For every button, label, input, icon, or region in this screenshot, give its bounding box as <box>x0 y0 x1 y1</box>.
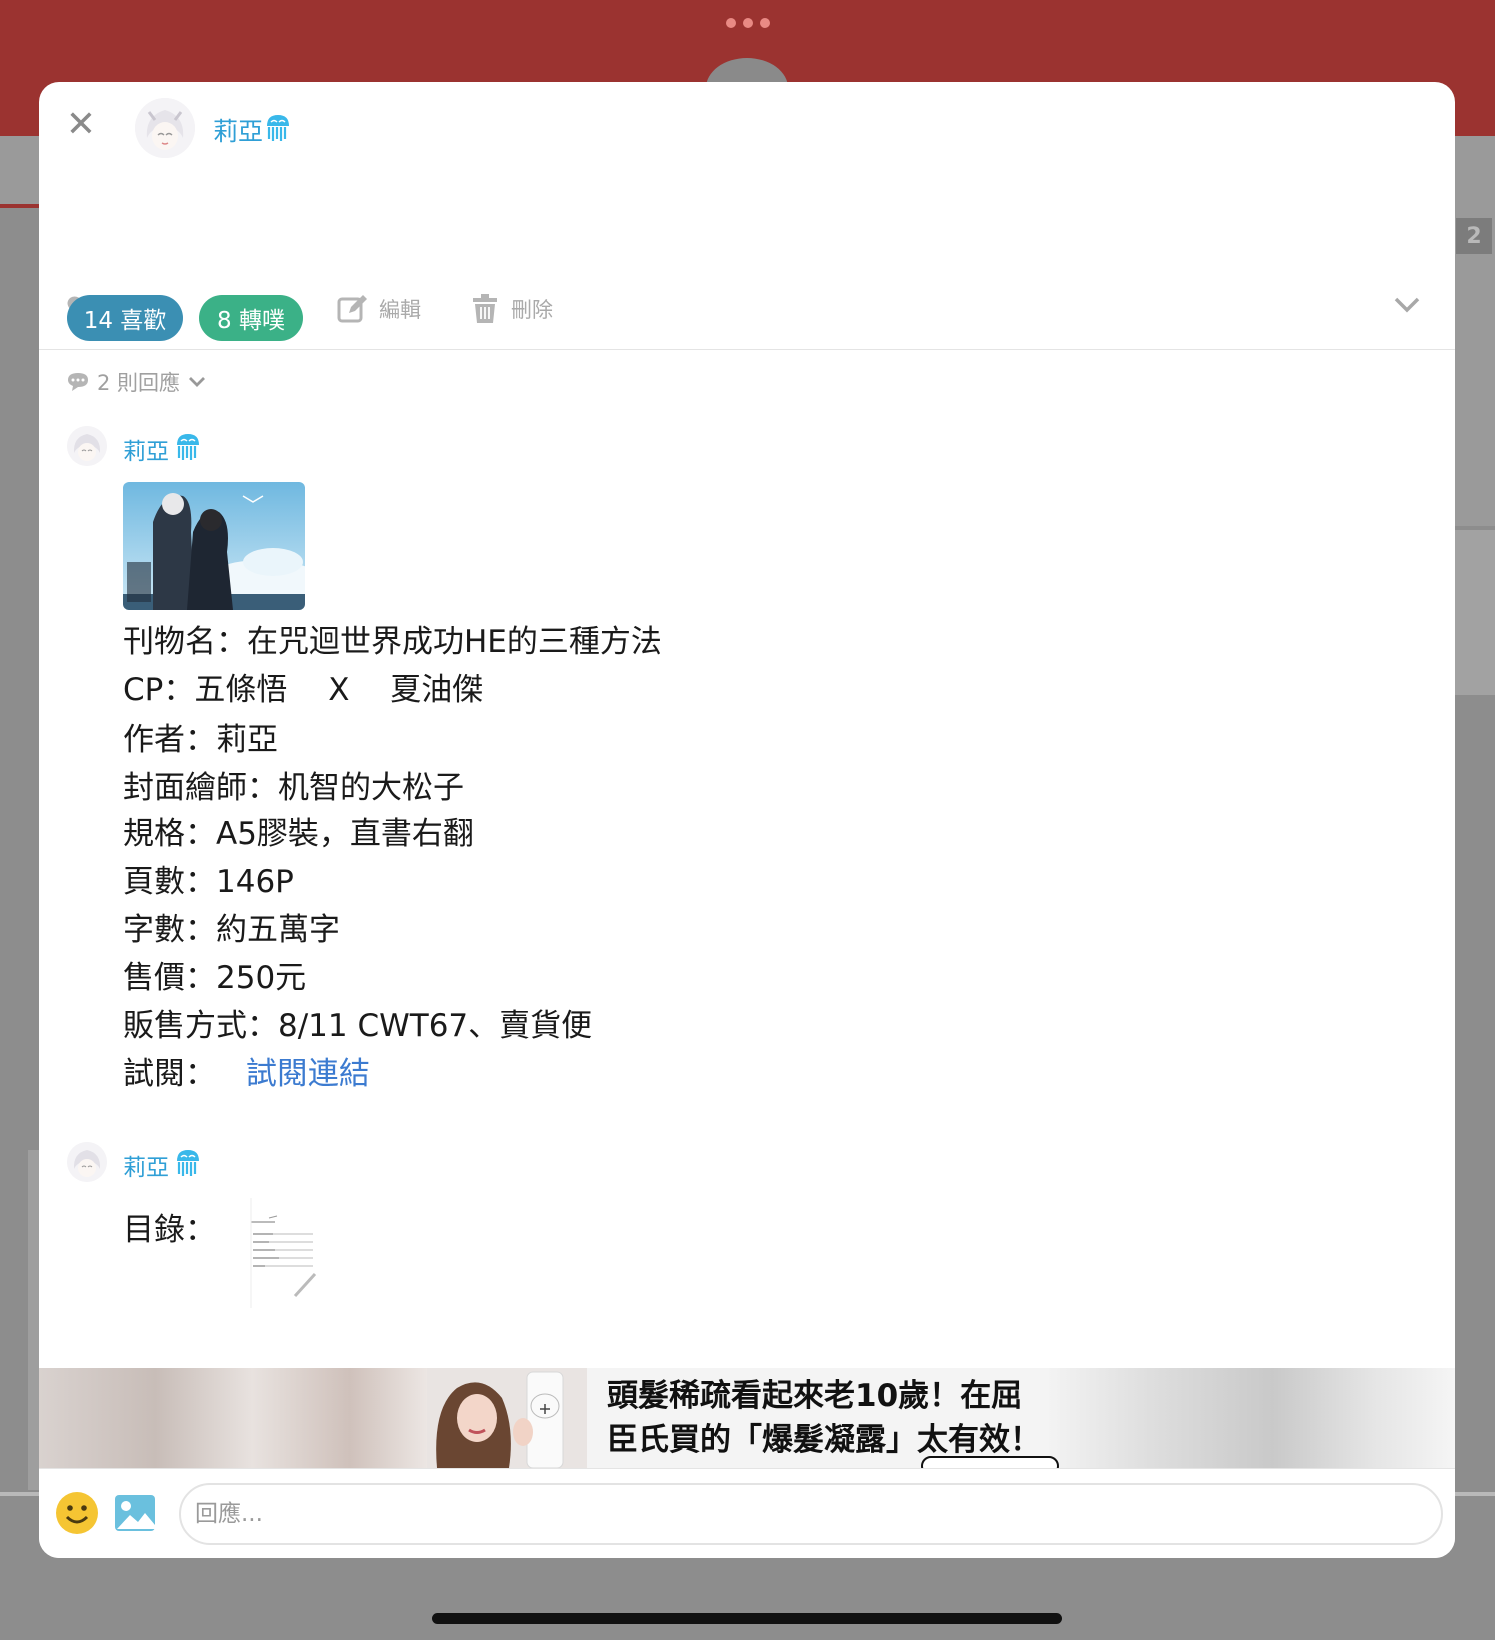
chevron-down-icon <box>189 377 206 387</box>
preview-link[interactable]: 試閱連結 <box>246 1056 370 1092</box>
author-avatar[interactable] <box>135 98 195 158</box>
preview-label: 試閱： <box>123 1056 216 1092</box>
replies-count-label: 2 則回應 <box>97 371 181 395</box>
verified-jellyfish-icon <box>175 432 201 462</box>
image-icon[interactable] <box>113 1491 157 1539</box>
book-title-line: 刊物名：在咒迴世界成功HE的三種方法 <box>123 624 662 660</box>
comment-avatar[interactable] <box>67 426 107 466</box>
plurk-detail-modal: ✕ 莉亞 喜歡 <box>39 82 1455 1558</box>
edit-label: 編輯 <box>379 298 421 322</box>
toc-image-thumbnail[interactable] <box>247 1192 319 1308</box>
author-name[interactable]: 莉亞 <box>213 112 263 148</box>
illustrator-line: 封面繪師：机智的大松子 <box>123 770 464 806</box>
emoji-icon[interactable] <box>55 1491 99 1539</box>
chevron-down-icon[interactable] <box>1393 296 1421 318</box>
toc-label: 目錄： <box>123 1212 216 1248</box>
ad-product-photo <box>427 1368 587 1468</box>
edit-icon <box>337 295 367 323</box>
background-side-panel <box>1455 136 1495 526</box>
ad-blurred-image-right <box>1049 1368 1455 1468</box>
price-line: 售價：250元 <box>123 960 307 996</box>
verified-jellyfish-icon <box>265 113 291 143</box>
speech-bubble-icon <box>68 373 88 391</box>
ad-blurred-image-left <box>39 1368 427 1468</box>
replurks-count-badge[interactable]: 8 轉噗 <box>199 295 303 341</box>
pages-line: 頁數：146P <box>123 864 294 900</box>
comment-author-name[interactable]: 莉亞 <box>123 432 169 466</box>
delete-button[interactable]: 刪除 <box>471 294 553 324</box>
reply-input[interactable] <box>179 1483 1443 1545</box>
sales-line: 販售方式：8/11 CWT67、賣貨便 <box>123 1008 593 1044</box>
book-cover-thumbnail[interactable] <box>123 482 305 610</box>
background-tab <box>0 136 40 208</box>
modal-header: ✕ 莉亞 <box>39 82 1455 268</box>
close-icon[interactable]: ✕ <box>65 107 97 143</box>
comment-author-name[interactable]: 莉亞 <box>123 1148 169 1182</box>
home-indicator[interactable] <box>432 1613 1062 1624</box>
ad-headline[interactable]: 頭髮稀疏看起來老10歲！在屈臣氏買的「爆髮凝露」太有效！ <box>607 1374 1047 1462</box>
background-unread-badge: 2 <box>1456 218 1492 254</box>
delete-label: 刪除 <box>511 298 553 322</box>
more-dots-icon <box>726 18 770 28</box>
author-line: 作者：莉亞 <box>123 722 278 758</box>
replies-toggle[interactable]: 2 則回應 <box>67 367 206 397</box>
likes-count-badge[interactable]: 14 喜歡 <box>67 295 183 341</box>
background-tab-indicator <box>0 204 40 208</box>
edit-button[interactable]: 編輯 <box>337 294 421 324</box>
cp-line: CP：五條悟 X 夏油傑 <box>123 672 484 708</box>
preview-line: 試閱： 試閱連結 <box>123 1048 370 1093</box>
format-line: 規格：A5膠裝，直書右翻 <box>123 816 474 852</box>
comment-avatar[interactable] <box>67 1142 107 1182</box>
verified-jellyfish-icon <box>175 1148 201 1178</box>
trash-icon <box>473 294 497 323</box>
background-side-panel-2 <box>1455 530 1495 695</box>
word-count-line: 字數：約五萬字 <box>123 912 340 948</box>
ad-cta-button[interactable] <box>921 1456 1059 1468</box>
advertisement-banner[interactable]: 頭髮稀疏看起來老10歲！在屈臣氏買的「爆髮凝露」太有效！ <box>39 1368 1455 1468</box>
reply-bar <box>39 1468 1455 1558</box>
